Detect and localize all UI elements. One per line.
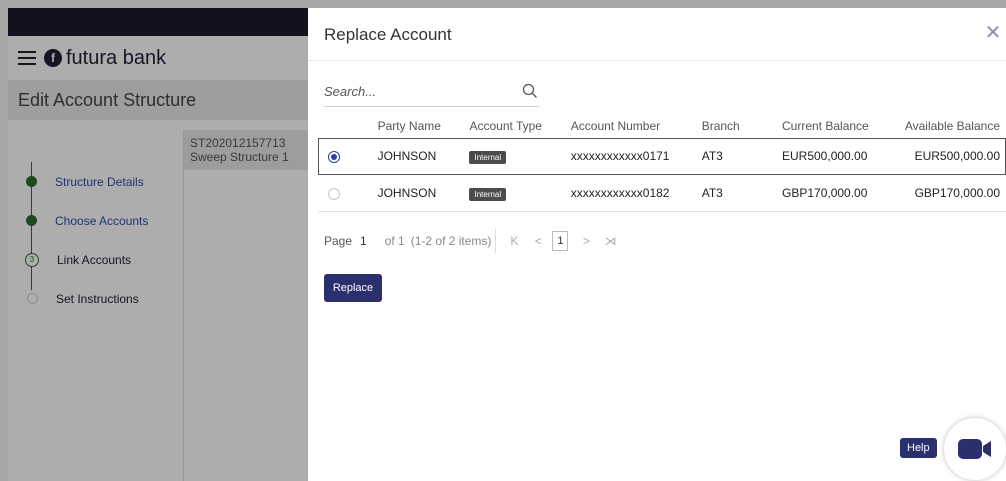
table-row[interactable]: JOHNSON Internal xxxxxxxxxxxx0171 AT3 EU… [318,138,1006,175]
page-number-input[interactable]: 1 [360,234,367,248]
prev-page-icon[interactable]: < [532,234,544,248]
modal-header: Replace Account ✕ [308,8,1006,61]
row-radio[interactable] [328,150,340,163]
pagination: Page 1 of 1 (1-2 of 2 items) K < 1 > ⋊ [324,229,616,253]
account-number-cell: xxxxxxxxxxxx0182 [570,186,670,200]
column-header-account-number: Account Number [570,119,661,133]
party-name-cell: JOHNSON [377,186,437,200]
help-button[interactable]: Help [900,438,937,458]
column-header-available-balance: Available Balance [904,119,1000,133]
account-type-badge: Internal [469,187,507,201]
available-balance-cell: GBP170,000.00 [914,186,1000,200]
select-column-header [318,114,378,138]
column-header-branch: Branch [701,119,740,133]
account-type-cell: Internal [469,138,570,175]
branch-cell: AT3 [701,149,723,163]
search-box [324,80,539,107]
current-balance-cell: GBP170,000.00 [782,186,868,200]
column-header-party-name: Party Name [377,119,441,133]
items-count: (1-2 of 2 items) [410,234,492,248]
available-balance-cell: EUR500,000.00 [914,149,1000,163]
video-chat-button[interactable] [944,418,1006,480]
first-page-icon[interactable]: K [508,234,520,248]
replace-button[interactable]: Replace [324,274,382,302]
row-radio[interactable] [328,187,340,200]
account-type-cell: Internal [469,175,570,212]
page-label: Page [324,234,353,248]
row-select-cell [318,138,378,175]
close-icon[interactable]: ✕ [984,23,1002,43]
video-camera-icon [958,439,991,459]
column-header-account-type: Account Type [469,119,542,133]
account-type-badge: Internal [469,150,507,164]
search-icon[interactable] [521,82,539,100]
replace-account-modal: Replace Account ✕ Party Name Account Typ… [308,8,1006,481]
last-page-icon[interactable]: ⋊ [604,234,616,248]
row-select-cell [318,175,378,212]
branch-cell: AT3 [701,186,723,200]
account-number-cell: xxxxxxxxxxxx0171 [570,149,670,163]
party-name-cell: JOHNSON [377,149,437,163]
pager-divider [495,229,497,253]
column-header-current-balance: Current Balance [782,119,869,133]
search-input[interactable] [324,80,504,103]
accounts-table: Party Name Account Type Account Number B… [318,114,1006,212]
table-row[interactable]: JOHNSON Internal xxxxxxxxxxxx0182 AT3 GB… [318,175,1006,212]
page-total: of 1 [384,234,405,248]
table-header-row: Party Name Account Type Account Number B… [318,114,1006,138]
current-balance-cell: EUR500,000.00 [782,149,868,163]
modal-title: Replace Account [324,25,452,44]
current-page-button[interactable]: 1 [552,231,569,251]
next-page-icon[interactable]: > [580,234,592,248]
